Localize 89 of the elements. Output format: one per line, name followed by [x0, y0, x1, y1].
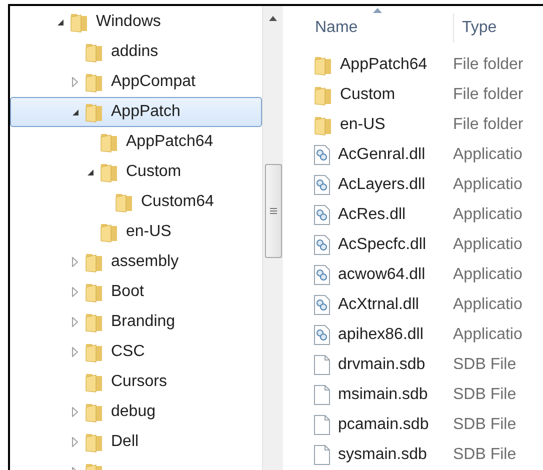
file-name[interactable]: en-US: [340, 116, 386, 134]
file-type: Applicatio: [453, 266, 522, 284]
file-type: SDB File: [453, 446, 516, 464]
file-name[interactable]: AcGenral.dll: [338, 146, 426, 164]
folder-icon: [114, 191, 134, 213]
folder-icon: [313, 54, 333, 76]
folder-icon: [99, 131, 119, 153]
sort-arrow-icon: [373, 8, 382, 13]
file-name[interactable]: Custom: [340, 86, 396, 104]
tree-item[interactable]: Windows: [10, 7, 262, 37]
folder-icon: [84, 341, 104, 363]
tree-item[interactable]: Custom: [10, 157, 262, 187]
gear-file-icon: [313, 294, 331, 316]
gear-file-icon: [313, 174, 331, 196]
folder-icon: [69, 11, 89, 33]
folder-icon: [313, 84, 333, 106]
expanded-arrow-icon[interactable]: [57, 18, 64, 26]
tree-item[interactable]: assembly: [10, 247, 262, 277]
blank-file-icon: [313, 444, 331, 466]
file-name[interactable]: sysmain.sdb: [338, 446, 427, 464]
file-type: File folder: [453, 56, 524, 74]
folder-icon: [84, 71, 104, 93]
file-type: SDB File: [453, 386, 516, 404]
blank-file-icon: [313, 414, 331, 436]
file-type: SDB File: [453, 356, 516, 374]
file-type: Applicatio: [453, 206, 522, 224]
folder-icon: [313, 114, 333, 136]
collapsed-arrow-icon[interactable]: [72, 257, 78, 267]
file-name[interactable]: msimain.sdb: [338, 386, 428, 404]
file-type: Applicatio: [453, 236, 522, 254]
expanded-arrow-icon[interactable]: [87, 168, 94, 176]
folder-icon: [84, 311, 104, 333]
collapsed-arrow-icon[interactable]: [72, 77, 78, 87]
expanded-arrow-icon[interactable]: [72, 108, 79, 116]
tree-item[interactable]: Branding: [10, 307, 262, 337]
tree-item[interactable]: addins: [10, 37, 262, 67]
file-name[interactable]: AcXtrnal.dll: [338, 296, 419, 314]
gear-file-icon: [313, 234, 331, 256]
tree-item[interactable]: AppPatch64: [10, 127, 262, 157]
collapsed-arrow-icon[interactable]: [72, 317, 78, 327]
folder-icon: [84, 371, 104, 393]
file-name[interactable]: AcRes.dll: [338, 206, 406, 224]
collapsed-arrow-icon[interactable]: [72, 437, 78, 447]
folder-icon: [84, 431, 104, 453]
collapsed-arrow-icon[interactable]: [72, 407, 78, 417]
collapsed-arrow-icon[interactable]: [72, 347, 78, 357]
file-type: Applicatio: [453, 296, 522, 314]
tree-item[interactable]: debug: [10, 397, 262, 427]
folder-icon: [84, 281, 104, 303]
file-name[interactable]: AcLayers.dll: [338, 176, 426, 194]
folder-icon: [99, 221, 119, 243]
folder-icon: [84, 251, 104, 273]
grip-icon: [270, 208, 277, 214]
column-header[interactable]: Name: [313, 19, 453, 37]
file-name[interactable]: AppPatch64: [340, 56, 428, 74]
file-type: File folder: [453, 116, 524, 134]
blank-file-icon: [313, 384, 331, 406]
file-name[interactable]: acwow64.dll: [338, 266, 426, 284]
tree-item[interactable]: CSC: [10, 337, 262, 367]
blank-file-icon: [313, 354, 331, 376]
tree-item[interactable]: Boot: [10, 277, 262, 307]
file-type: File folder: [453, 86, 524, 104]
file-type: Applicatio: [453, 326, 522, 344]
tree-item[interactable]: Dell: [10, 427, 262, 457]
tree-item[interactable]: Custom64: [10, 187, 262, 217]
folder-icon: [99, 161, 119, 183]
file-name[interactable]: pcamain.sdb: [338, 416, 429, 434]
scrollbar[interactable]: [262, 6, 283, 470]
gear-file-icon: [313, 264, 331, 286]
tree-item[interactable]: Cursors: [10, 367, 262, 397]
column-header[interactable]: Type: [453, 13, 497, 43]
file-name[interactable]: drvmain.sdb: [338, 356, 426, 374]
gear-file-icon: [313, 324, 331, 346]
file-type: Applicatio: [453, 176, 522, 194]
gear-file-icon: [313, 144, 331, 166]
scroll-up-icon[interactable]: [269, 16, 277, 21]
tree-item[interactable]: AppPatch: [10, 97, 262, 127]
folder-icon: [84, 41, 104, 63]
file-name[interactable]: AcSpecfc.dll: [338, 236, 426, 254]
folder-icon: [84, 401, 104, 423]
file-name[interactable]: apihex86.dll: [338, 326, 424, 344]
scrollbar-thumb[interactable]: [265, 164, 282, 258]
file-type: Applicatio: [453, 146, 522, 164]
folder-icon: [84, 101, 104, 123]
gear-file-icon: [313, 204, 331, 226]
collapsed-arrow-icon[interactable]: [72, 287, 78, 297]
tree-item[interactable]: en-US: [10, 217, 262, 247]
file-type: SDB File: [453, 416, 516, 434]
tree-item[interactable]: AppCompat: [10, 67, 262, 97]
